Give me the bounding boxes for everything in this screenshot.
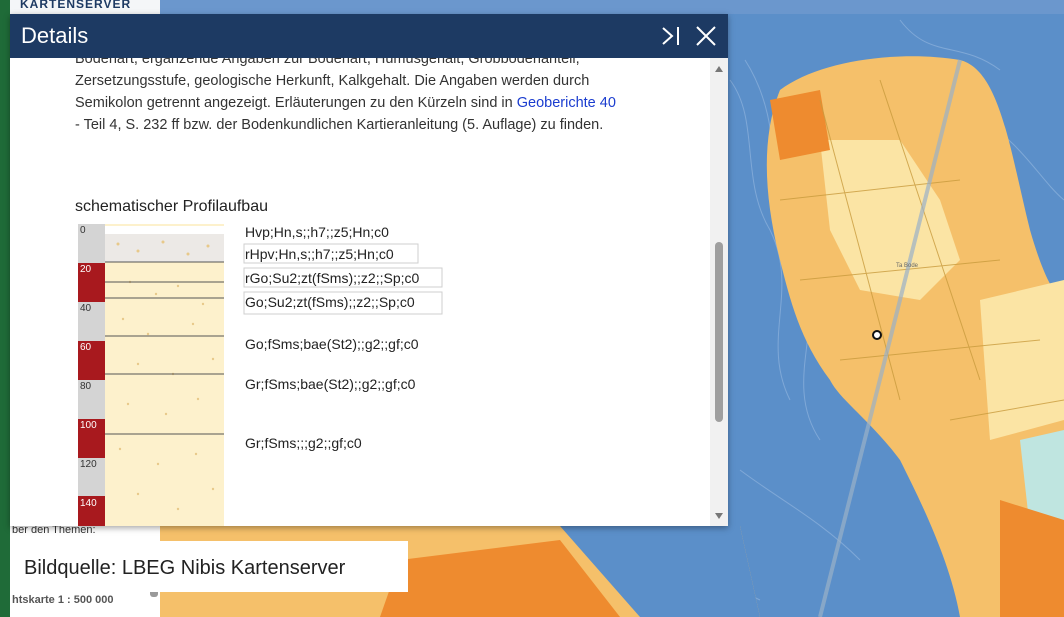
soil-layer-peat: [105, 234, 224, 262]
soil-layer-peat-top: [105, 226, 224, 234]
depth-label: 40: [80, 303, 92, 314]
scroll-up-arrow-icon[interactable]: [715, 66, 723, 72]
depth-label: 80: [80, 381, 92, 392]
depth-label: 100: [80, 420, 97, 431]
sidebar-scale-item[interactable]: htskarte 1 : 500 000: [12, 594, 114, 606]
horizon-label: Gr;fSms;bae(St2);;g2;;gf;c0: [245, 376, 416, 392]
description-line-1: Bodenart, ergänzende Angaben zur Bodenar…: [75, 58, 580, 67]
horizon-label: Go;Su2;zt(fSms);;z2;;Sp;c0: [245, 294, 415, 310]
collapse-right-icon: [662, 27, 679, 45]
scroll-thumb[interactable]: [715, 242, 723, 422]
app-title: KARTENSERVER: [20, 0, 132, 11]
description-line-2: Zersetzungsstufe, geologische Herkunft, …: [75, 73, 590, 89]
profile-heading: schematischer Profilaufbau: [75, 198, 268, 215]
collapse-panel-button[interactable]: [658, 22, 684, 50]
close-icon: [696, 26, 716, 46]
horizon-label: rGo;Su2;zt(fSms);;z2;;Sp;c0: [245, 270, 419, 286]
image-source-caption: Bildquelle: LBEG Nibis Kartenserver: [24, 557, 346, 579]
map-place-label: Ta Bode: [896, 263, 919, 269]
description-line-3-text: Semikolon getrennt angezeigt. Erläuterun…: [75, 95, 517, 111]
geoberichte-link[interactable]: Geoberichte 40: [517, 95, 616, 111]
horizon-label: Gr;fSms;;;g2;;gf;c0: [245, 435, 362, 451]
scroll-down-arrow-icon[interactable]: [715, 513, 723, 519]
depth-label: 20: [80, 264, 92, 275]
soil-column: [105, 224, 224, 526]
horizon-label: Go;fSms;bae(St2);;g2;;gf;c0: [245, 336, 419, 352]
depth-label: 140: [80, 498, 97, 509]
depth-label: 0: [80, 225, 86, 236]
depth-label: 120: [80, 459, 97, 470]
details-content[interactable]: Bodenart, ergänzende Angaben zur Bodenar…: [10, 58, 710, 526]
details-scrollbar[interactable]: [710, 58, 728, 526]
description-line-3: Semikolon getrennt angezeigt. Erläuterun…: [75, 92, 695, 114]
horizon-label: Hvp;Hn,s;;h7;;z5;Hn;c0: [245, 224, 389, 240]
description-paragraph: Bodenart, ergänzende Angaben zur Bodenar…: [75, 58, 695, 136]
profile-diagram: 0 20 40 60 80 100 120 140 Hvp;Hn,s;;h7;;z5;Hn;c…: [78, 224, 443, 526]
side-accent-bar: [0, 0, 10, 617]
description-line-4: - Teil 4, S. 232 ff bzw. der Bodenkundli…: [75, 117, 604, 133]
horizon-label: rHpv;Hn,s;;h7;;z5;Hn;c0: [245, 246, 394, 262]
depth-label: 60: [80, 342, 92, 353]
details-dialog: Details Bodenart, ergänzende Angaben zur…: [10, 14, 728, 526]
dialog-header: Details: [10, 14, 728, 58]
close-button[interactable]: [693, 22, 719, 50]
dialog-title: Details: [21, 23, 89, 48]
